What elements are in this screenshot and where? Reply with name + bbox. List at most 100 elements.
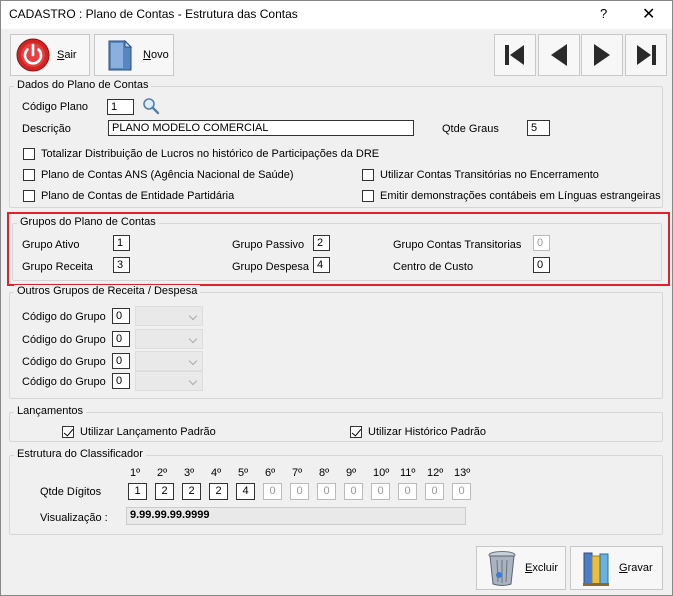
outros-codigo-field[interactable]: 0 — [112, 373, 130, 389]
excluir-label: Excluir — [525, 562, 559, 574]
excluir-button[interactable]: Excluir — [476, 546, 566, 590]
first-icon — [505, 45, 524, 65]
save-books-icon — [583, 552, 609, 586]
entidade-partidaria-label: Plano de Contas de Entidade Partidária — [41, 190, 235, 202]
sair-button[interactable]: Sair — [10, 34, 90, 76]
ordinal-header: 10º — [373, 467, 390, 479]
digit-field: 0 — [452, 483, 471, 500]
grupo-ativo-label: Grupo Ativo — [22, 239, 80, 251]
last-icon — [637, 45, 656, 65]
ordinal-header: 8º — [319, 467, 330, 479]
ordinal-header: 9º — [346, 467, 357, 479]
last-record-button[interactable] — [625, 34, 667, 76]
centro-custo-label: Centro de Custo — [393, 261, 474, 273]
ordinal-header: 13º — [454, 467, 471, 479]
plano-ans-checkbox[interactable] — [23, 169, 35, 181]
first-record-button[interactable] — [494, 34, 536, 76]
totalizar-checkbox[interactable] — [23, 148, 35, 160]
previous-icon — [551, 44, 567, 66]
gravar-label: Gravar — [619, 562, 653, 574]
digit-field: 0 — [371, 483, 390, 500]
close-button[interactable]: ✕ — [642, 4, 655, 24]
outros-codigo-label: Código do Grupo — [22, 356, 106, 368]
visualizacao-field: 9.99.99.99.9999 — [126, 507, 466, 525]
grupo-passivo-label: Grupo Passivo — [232, 239, 305, 251]
outros-codigo-label: Código do Grupo — [22, 376, 106, 388]
entidade-partidaria-checkbox[interactable] — [23, 190, 35, 202]
grupo-passivo-field[interactable]: 2 — [313, 235, 330, 251]
grupo-transitorias-field: 0 — [533, 235, 550, 251]
digit-field: 0 — [398, 483, 417, 500]
ordinal-header: 7º — [292, 467, 303, 479]
ordinal-header: 11º — [400, 467, 416, 479]
codigo-plano-label: Código Plano — [22, 101, 89, 113]
visualizacao-label: Visualização : — [40, 512, 108, 524]
search-icon[interactable] — [142, 97, 160, 115]
grupos-legend: Grupos do Plano de Contas — [17, 216, 159, 228]
sair-label: Sair — [57, 49, 77, 61]
lancamento-padrao-label: Utilizar Lançamento Padrão — [80, 426, 216, 438]
outros-codigo-field[interactable]: 0 — [112, 331, 130, 347]
window-title: CADASTRO : Plano de Contas - Estrutura d… — [9, 7, 298, 21]
descricao-label: Descrição — [22, 123, 71, 135]
descricao-field[interactable]: PLANO MODELO COMERCIAL — [108, 120, 414, 136]
next-icon — [594, 44, 610, 66]
digit-field: 0 — [344, 483, 363, 500]
contas-transitorias-checkbox[interactable] — [362, 169, 374, 181]
digit-field: 0 — [317, 483, 336, 500]
plano-ans-label: Plano de Contas ANS (Agência Nacional de… — [41, 169, 294, 181]
outros-grupo-select[interactable] — [135, 371, 203, 391]
digit-field[interactable]: 4 — [236, 483, 255, 500]
outros-group: Outros Grupos de Receita / Despesa — [9, 285, 663, 399]
digit-field: 0 — [425, 483, 444, 500]
ordinal-header: 3º — [184, 467, 195, 479]
outros-codigo-field[interactable]: 0 — [112, 353, 130, 369]
grupo-despesa-field[interactable]: 4 — [313, 257, 330, 273]
qtde-digitos-label: Qtde Dígitos — [40, 486, 102, 498]
previous-record-button[interactable] — [538, 34, 580, 76]
grupo-despesa-label: Grupo Despesa — [232, 261, 310, 273]
digit-field[interactable]: 1 — [128, 483, 147, 500]
ordinal-header: 12º — [427, 467, 444, 479]
lancamento-padrao-checkbox[interactable] — [62, 426, 74, 438]
grupo-receita-field[interactable]: 3 — [113, 257, 130, 273]
lancamentos-legend: Lançamentos — [14, 405, 87, 417]
historico-padrao-checkbox[interactable] — [350, 426, 362, 438]
power-icon — [16, 38, 50, 72]
outros-grupo-select[interactable] — [135, 306, 203, 326]
grupo-transitorias-label: Grupo Contas Transitorias — [393, 239, 522, 251]
digit-field: 0 — [290, 483, 309, 500]
outros-legend: Outros Grupos de Receita / Despesa — [14, 285, 201, 297]
main-window: CADASTRO : Plano de Contas - Estrutura d… — [0, 0, 673, 596]
digit-field: 0 — [263, 483, 282, 500]
outros-grupo-select[interactable] — [135, 329, 203, 349]
help-button[interactable]: ? — [600, 6, 607, 21]
trash-icon — [488, 551, 516, 586]
ordinal-header: 1º — [130, 467, 141, 479]
ordinal-header: 2º — [157, 467, 168, 479]
codigo-plano-field[interactable]: 1 — [107, 99, 134, 115]
digit-field[interactable]: 2 — [182, 483, 201, 500]
outros-codigo-label: Código do Grupo — [22, 334, 106, 346]
novo-label: Novo — [143, 49, 169, 61]
gravar-button[interactable]: Gravar — [570, 546, 663, 590]
dados-legend: Dados do Plano de Contas — [14, 79, 152, 91]
linguas-estrangeiras-checkbox[interactable] — [362, 190, 374, 202]
historico-padrao-label: Utilizar Histórico Padrão — [368, 426, 486, 438]
digit-field[interactable]: 2 — [155, 483, 174, 500]
next-record-button[interactable] — [581, 34, 623, 76]
title-bar: CADASTRO : Plano de Contas - Estrutura d… — [1, 1, 672, 29]
outros-grupo-select[interactable] — [135, 351, 203, 371]
ordinal-header: 4º — [211, 467, 222, 479]
outros-codigo-field[interactable]: 0 — [112, 308, 130, 324]
estrutura-legend: Estrutura do Classificador — [14, 448, 146, 460]
digit-field[interactable]: 2 — [209, 483, 228, 500]
novo-button[interactable]: Novo — [94, 34, 174, 76]
grupo-ativo-field[interactable]: 1 — [113, 235, 130, 251]
qtde-graus-field[interactable]: 5 — [527, 120, 550, 136]
totalizar-label: Totalizar Distribuição de Lucros no hist… — [41, 148, 380, 160]
ordinal-header: 6º — [265, 467, 276, 479]
centro-custo-field[interactable]: 0 — [533, 257, 550, 273]
qtde-graus-label: Qtde Graus — [442, 123, 499, 135]
outros-codigo-label: Código do Grupo — [22, 311, 106, 323]
